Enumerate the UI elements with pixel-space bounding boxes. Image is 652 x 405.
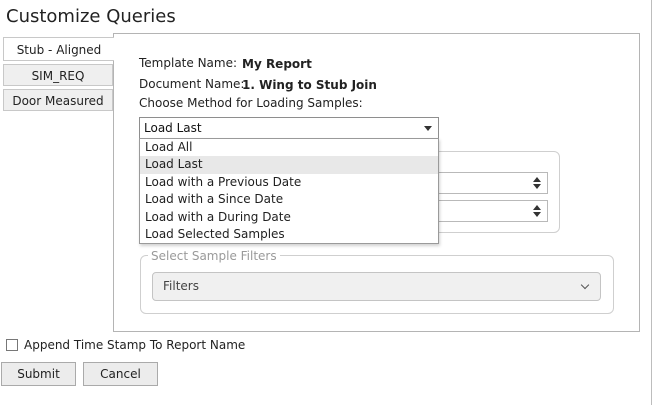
tab-sim-req[interactable]: SIM_REQ: [3, 64, 113, 86]
submit-button[interactable]: Submit: [1, 362, 76, 386]
dropdown-option[interactable]: Load with a Since Date: [140, 191, 438, 208]
append-timestamp-checkbox[interactable]: [6, 339, 18, 351]
spin-down-icon[interactable]: [533, 184, 541, 189]
chevron-down-icon: [580, 280, 590, 290]
dropdown-option[interactable]: Load Selected Samples: [140, 226, 438, 243]
dropdown-option[interactable]: Load Last: [140, 156, 438, 174]
append-timestamp-label: Append Time Stamp To Report Name: [24, 338, 246, 352]
window-title: Customize Queries: [6, 6, 176, 27]
filters-button[interactable]: Filters: [152, 272, 601, 301]
document-name-value: 1. Wing to Stub Join: [242, 78, 377, 92]
method-label: Choose Method for Loading Samples:: [139, 96, 363, 110]
sample-filters-legend: Select Sample Filters: [148, 249, 280, 263]
cancel-button[interactable]: Cancel: [83, 362, 158, 386]
filters-button-label: Filters: [163, 279, 199, 293]
date-end-spinner[interactable]: [438, 200, 548, 222]
tab-stub-aligned[interactable]: Stub - Aligned: [3, 37, 114, 61]
template-name-label: Template Name:: [139, 56, 238, 70]
spin-up-icon[interactable]: [533, 177, 541, 182]
tab-door-measured[interactable]: Door Measured: [3, 89, 113, 111]
dropdown-option[interactable]: Load All: [140, 139, 438, 156]
load-method-dropdown-list: Load All Load Last Load with a Previous …: [139, 138, 439, 244]
spin-up-icon[interactable]: [533, 205, 541, 210]
load-method-select[interactable]: Load Last: [139, 117, 439, 139]
date-start-spinner[interactable]: [438, 172, 548, 194]
chevron-down-icon[interactable]: [424, 126, 432, 131]
document-name-label: Document Name:: [139, 77, 245, 91]
template-name-value: My Report: [242, 57, 312, 71]
load-method-selected-value: Load Last: [144, 121, 202, 135]
spin-down-icon[interactable]: [533, 212, 541, 217]
dropdown-option[interactable]: Load with a During Date: [140, 209, 438, 226]
dropdown-option[interactable]: Load with a Previous Date: [140, 174, 438, 191]
